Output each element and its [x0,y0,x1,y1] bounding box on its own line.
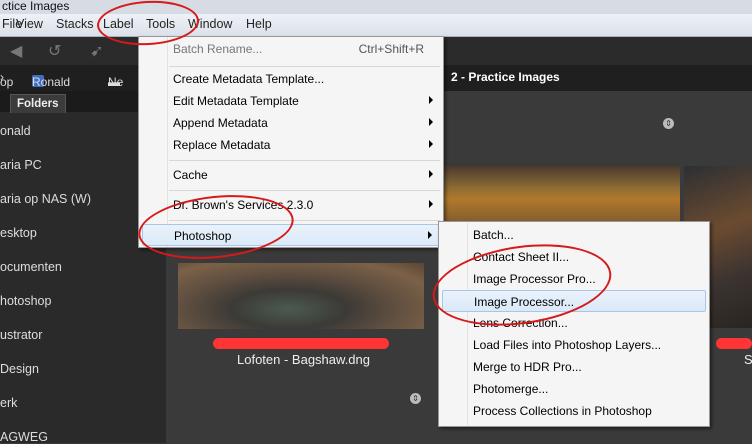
menu-item-contact-sheet[interactable]: Contact Sheet II... [442,246,706,268]
menu-item-replace-metadata[interactable]: Replace Metadata [142,134,440,156]
folder-item[interactable]: aria op NAS (W) [0,192,91,206]
red-label-bar [716,338,752,349]
menu-item-merge-to-hdr-pro[interactable]: Merge to HDR Pro... [442,356,706,378]
submenu-arrow-icon [429,140,433,148]
red-label-bar [213,338,389,349]
tools-menu: Batch Rename... Ctrl+Shift+R Create Meta… [138,36,444,248]
sort-icon[interactable]: ⇕ [663,118,674,129]
folder-item[interactable]: esktop [0,226,37,240]
menu-item-dr-browns-services[interactable]: Dr. Brown's Services 2.3.0 [142,194,440,216]
back-arrow-icon[interactable]: ◀ [10,41,22,61]
menu-item-create-metadata-template[interactable]: Create Metadata Template... [142,68,440,90]
menu-item-cache[interactable]: Cache [142,164,440,186]
submenu-arrow-icon [429,118,433,126]
thumbnail-filename[interactable]: Lofoten - Bagshaw.dng [237,352,370,367]
menu-item-load-files-into-layers[interactable]: Load Files into Photoshop Layers... [442,334,706,356]
sort-icon[interactable]: ⇕ [410,393,421,404]
boomerang-icon[interactable]: ➹ [90,41,103,61]
window-title-bar: ctice Images [0,0,752,14]
menu-item-append-metadata[interactable]: Append Metadata [142,112,440,134]
breadcrumb-ronald[interactable]: Ronald › [32,70,70,89]
folder-item[interactable]: aria PC [0,158,42,172]
menu-item-process-collections[interactable]: Process Collections in Photoshop [442,400,706,422]
menu-separator [169,220,440,221]
menu-separator [169,160,440,161]
menu-view[interactable]: View [16,17,43,31]
menu-item-lens-correction[interactable]: Lens Correction... [442,312,706,334]
menu-bar: File View Stacks Label Tools Window Help [0,14,752,37]
menu-help[interactable]: Help [246,17,272,31]
menu-item-photoshop[interactable]: Photoshop [142,224,440,246]
folder-item[interactable]: hotoshop [0,294,51,308]
menu-item-image-processor-pro[interactable]: Image Processor Pro... [442,268,706,290]
breadcrumb-desktop[interactable]: op › [0,70,13,89]
thumbnail-image[interactable] [178,263,424,329]
submenu-arrow-icon [429,96,433,104]
menu-separator [169,190,440,191]
menu-window[interactable]: Window [188,17,232,31]
menu-stacks[interactable]: Stacks [56,17,94,31]
folder-item[interactable]: erk [0,396,17,410]
menu-item-batch[interactable]: Batch... [442,224,706,246]
menu-label[interactable]: Label [103,17,134,31]
rotate-icon[interactable]: ↺ [48,41,61,61]
photoshop-submenu: Batch... Contact Sheet II... Image Proce… [438,221,710,427]
folder-item[interactable]: ocumenten [0,260,62,274]
folder-item[interactable]: onald [0,124,31,138]
submenu-arrow-icon [429,170,433,178]
folder-item[interactable]: Design [0,362,39,376]
folder-item[interactable]: ustrator [0,328,42,342]
tab-folders[interactable]: Folders [10,94,66,113]
menu-item-photomerge[interactable]: Photomerge... [442,378,706,400]
menu-item-image-processor[interactable]: Image Processor... [442,290,706,312]
submenu-arrow-icon [429,200,433,208]
thumbnail-filename[interactable]: S [744,352,752,367]
menu-item-batch-rename[interactable]: Batch Rename... Ctrl+Shift+R [142,38,440,60]
path-title: 2 - Practice Images [451,70,560,84]
menu-separator [169,66,440,67]
folder-item[interactable]: AGWEG [0,430,48,444]
thumbnail-image[interactable] [440,166,680,226]
menu-tools[interactable]: Tools [146,17,175,31]
window-title: ctice Images [2,0,70,13]
submenu-arrow-icon [428,231,432,239]
menu-item-edit-metadata-template[interactable]: Edit Metadata Template [142,90,440,112]
